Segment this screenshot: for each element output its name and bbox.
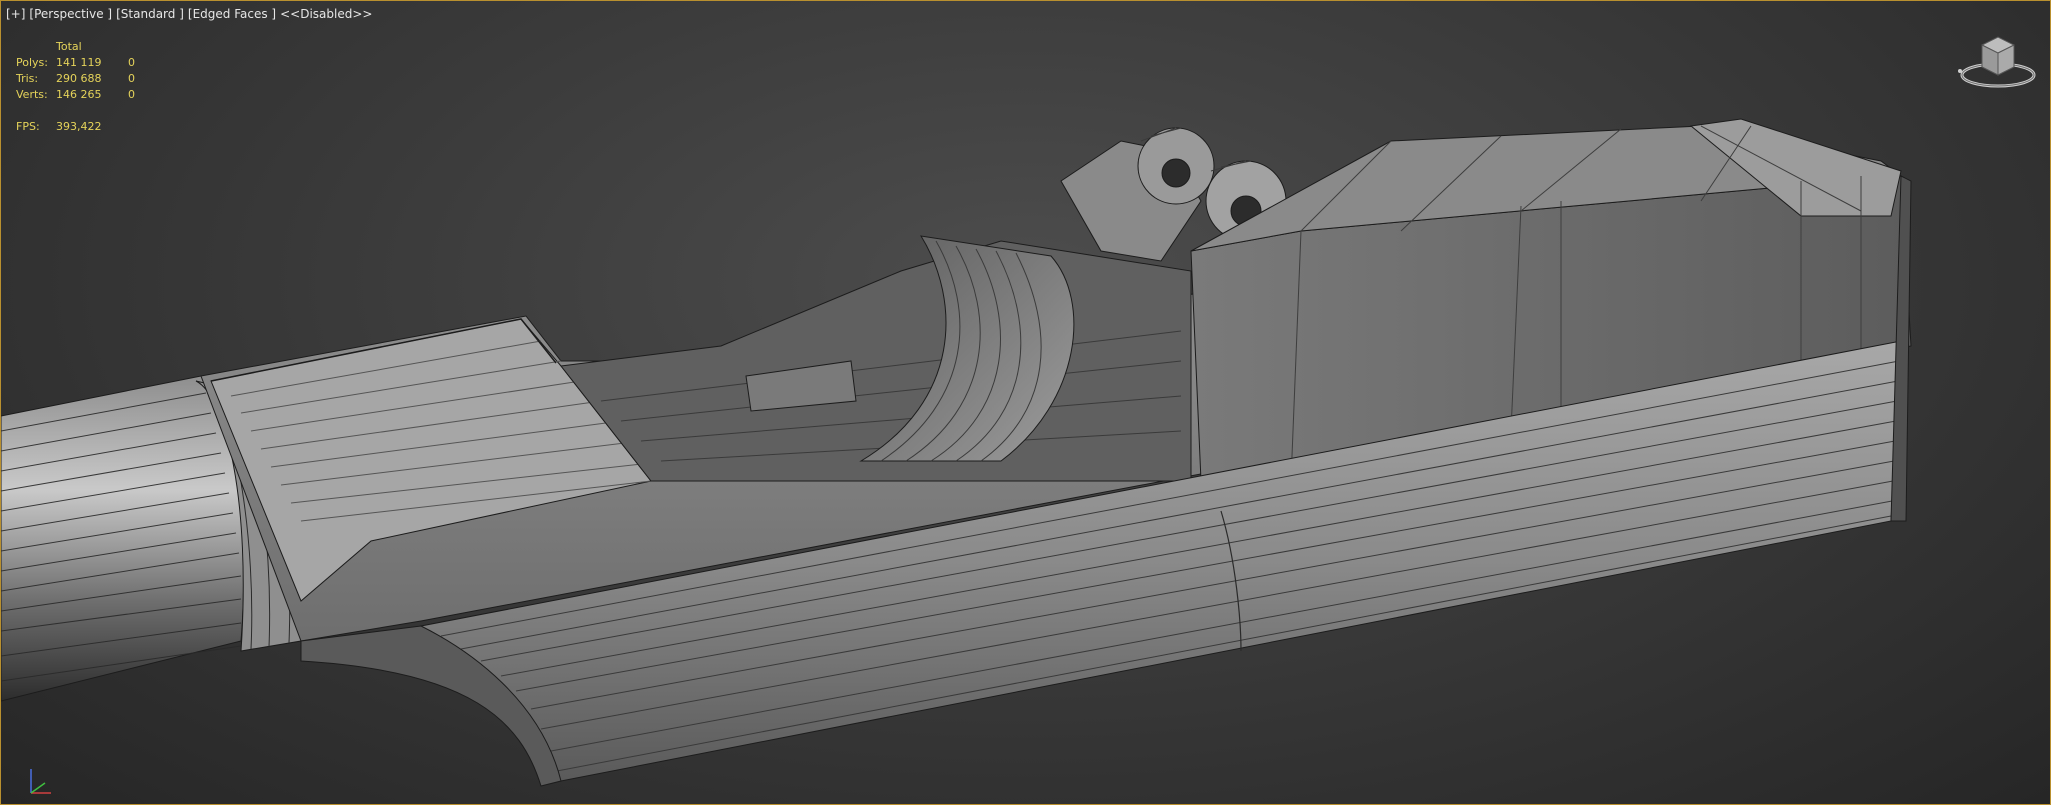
- viewport-menu-plus[interactable]: [+]: [6, 7, 25, 21]
- stats-label: Polys:: [16, 56, 48, 69]
- stats-row-verts: Verts: 146 265 0: [16, 87, 148, 103]
- stats-label: Tris:: [16, 72, 39, 85]
- stats-selected: 0: [128, 56, 135, 69]
- viewport-statistics: Total Polys: 141 119 0 Tris: 290 688 0 V…: [16, 39, 148, 135]
- mesh-render[interactable]: [1, 1, 2051, 805]
- viewport-label-menu[interactable]: [+] [Perspective ] [Standard ] [Edged Faces…: [6, 7, 372, 21]
- stats-row-polys: Polys: 141 119 0: [16, 55, 148, 71]
- fps-label: FPS:: [16, 120, 40, 133]
- stats-row-tris: Tris: 290 688 0: [16, 71, 148, 87]
- fps-value: 393,422: [56, 120, 102, 133]
- viewport-menu-shading[interactable]: [Standard ]: [116, 7, 184, 21]
- stats-row-fps: FPS: 393,422: [16, 119, 148, 135]
- viewport-menu-edged-faces[interactable]: [Edged Faces ]: [188, 7, 276, 21]
- stats-total: 141 119: [56, 56, 102, 69]
- axis-tripod-icon: [30, 769, 51, 794]
- viewcube-icon[interactable]: [1958, 31, 2038, 91]
- stats-label: Verts:: [16, 88, 48, 101]
- perspective-viewport[interactable]: [+] [Perspective ] [Standard ] [Edged Faces…: [0, 0, 2051, 805]
- viewport-menu-view[interactable]: [Perspective ]: [29, 7, 112, 21]
- stats-header-total: Total: [56, 40, 82, 53]
- viewport-menu-disabled[interactable]: <<Disabled>>: [280, 7, 372, 21]
- stats-selected: 0: [128, 72, 135, 85]
- stats-selected: 0: [128, 88, 135, 101]
- stats-total: 146 265: [56, 88, 102, 101]
- stats-total: 290 688: [56, 72, 102, 85]
